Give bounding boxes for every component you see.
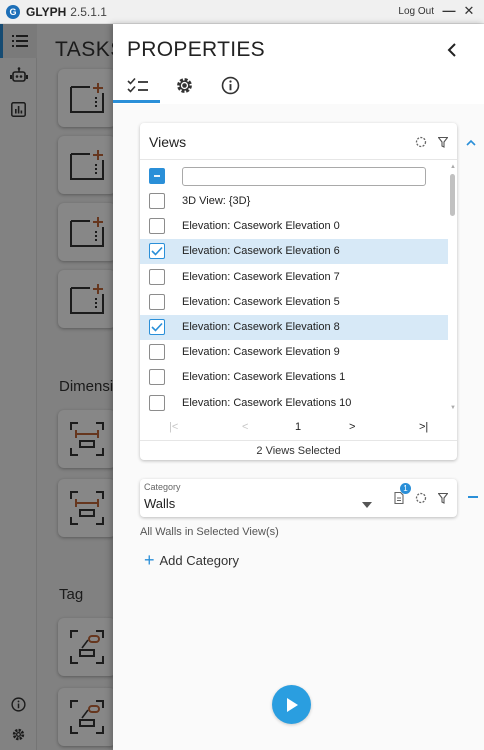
view-label: Elevation: Casework Elevation 0	[182, 220, 340, 233]
view-row[interactable]: Elevation: Casework Elevations 1	[140, 365, 448, 390]
view-checkbox[interactable]	[149, 293, 165, 310]
views-card: Views 3D View: {3D} Elevation: Casework E…	[140, 123, 457, 460]
app-name: GLYPH	[26, 4, 67, 19]
view-checkbox[interactable]	[149, 319, 165, 335]
view-checkbox[interactable]	[149, 218, 165, 235]
close-drawer-button[interactable]	[442, 40, 462, 60]
category-value: Walls	[144, 496, 176, 511]
chevron-up-icon	[466, 139, 476, 146]
category-count-badge: 1	[400, 483, 411, 494]
scroll-down-icon[interactable]: ▼	[450, 405, 456, 411]
view-row[interactable]: Elevation: Casework Elevation 6	[140, 239, 448, 265]
drawer-title: PROPERTIES	[127, 38, 265, 61]
views-scrollbar[interactable]: ▲ ▼	[448, 164, 457, 414]
drawer-header: PROPERTIES	[113, 24, 484, 104]
tab-selection[interactable]	[115, 68, 161, 102]
filter-category-button[interactable]	[436, 491, 450, 505]
reset-icon	[415, 492, 427, 504]
app-window: G GLYPH 2.5.1.1 Log Out — ✕ TASKS Dimens…	[0, 0, 484, 750]
plus-icon: +	[144, 550, 155, 570]
info-icon	[221, 76, 239, 94]
view-row[interactable]: Elevation: Casework Elevation 0	[140, 214, 448, 239]
view-label: Elevation: Casework Elevation 9	[182, 346, 340, 359]
views-header: Views	[140, 123, 457, 160]
filter-icon	[438, 136, 448, 148]
checkmark-icon	[151, 322, 163, 332]
view-label: Elevation: Casework Elevation 5	[182, 295, 340, 308]
view-row[interactable]: Elevation: Casework Elevation 8	[140, 315, 448, 340]
selection-status: 2 Views Selected	[140, 440, 457, 460]
views-search-row	[140, 164, 448, 189]
scroll-thumb[interactable]	[450, 174, 455, 216]
add-category-button[interactable]: + Add Category	[144, 551, 239, 569]
minimize-button[interactable]: —	[440, 2, 458, 20]
run-button[interactable]	[272, 685, 311, 724]
logout-link[interactable]: Log Out	[398, 6, 434, 17]
play-icon	[286, 697, 298, 712]
filter-views-button[interactable]	[436, 135, 450, 149]
view-label: Elevation: Casework Elevations 1	[182, 371, 346, 384]
view-label: 3D View: {3D}	[182, 195, 251, 207]
select-all-checkbox[interactable]	[149, 168, 165, 184]
view-checkbox[interactable]	[149, 193, 165, 209]
tab-settings[interactable]	[161, 68, 207, 102]
last-page-button[interactable]: >|	[419, 421, 428, 433]
document-icon	[394, 492, 404, 504]
checkmark-icon	[151, 247, 163, 257]
current-page: 1	[295, 421, 302, 433]
category-select[interactable]: Category Walls 1	[140, 479, 457, 517]
dropdown-arrow-icon	[362, 502, 372, 508]
view-label: Elevation: Casework Elevation 6	[182, 245, 340, 258]
first-page-button[interactable]: |<	[169, 421, 178, 433]
view-checkbox[interactable]	[149, 268, 165, 285]
view-checkbox[interactable]	[149, 394, 165, 411]
properties-drawer: PROPERTIES Views 3D View: {3D} Elevation…	[113, 24, 484, 750]
remove-category-button[interactable]	[468, 496, 478, 498]
gear-icon	[176, 77, 192, 93]
view-row[interactable]: Elevation: Casework Elevations 10	[140, 391, 448, 416]
reset-category-button[interactable]	[414, 491, 428, 505]
view-checkbox[interactable]	[149, 369, 165, 386]
view-label: Elevation: Casework Elevation 8	[182, 321, 340, 333]
view-row[interactable]: Elevation: Casework Elevation 7	[140, 265, 448, 290]
category-label: Category	[144, 482, 181, 492]
checklist-icon	[127, 77, 148, 93]
filter-icon	[438, 492, 448, 504]
views-pager: |< < 1 > >|	[140, 417, 457, 439]
minus-icon	[154, 175, 160, 177]
next-page-button[interactable]: >	[349, 421, 355, 433]
view-row[interactable]: Elevation: Casework Elevation 9	[140, 340, 448, 365]
prev-page-button[interactable]: <	[242, 421, 248, 433]
tab-info[interactable]	[207, 68, 253, 102]
view-checkbox[interactable]	[149, 243, 165, 260]
views-search-input[interactable]	[182, 167, 426, 186]
active-tab-indicator	[113, 100, 160, 103]
reset-views-button[interactable]	[414, 135, 428, 149]
view-checkbox[interactable]	[149, 344, 165, 361]
add-category-label: Add Category	[159, 552, 240, 568]
title-bar: G GLYPH 2.5.1.1 Log Out — ✕	[0, 0, 484, 24]
view-row[interactable]: Elevation: Casework Elevation 5	[140, 290, 448, 315]
views-title: Views	[149, 134, 187, 150]
category-description: All Walls in Selected View(s)	[140, 526, 279, 538]
close-button[interactable]: ✕	[460, 2, 478, 20]
app-version: 2.5.1.1	[70, 4, 107, 19]
reset-icon	[415, 136, 427, 148]
view-label: Elevation: Casework Elevations 10	[182, 396, 352, 409]
view-row[interactable]: 3D View: {3D}	[140, 189, 448, 214]
view-label: Elevation: Casework Elevation 7	[182, 270, 340, 283]
chevron-left-icon	[447, 43, 456, 57]
collapse-views-button[interactable]	[464, 135, 478, 149]
app-logo-icon: G	[6, 4, 20, 19]
scroll-up-icon[interactable]: ▲	[450, 164, 456, 170]
